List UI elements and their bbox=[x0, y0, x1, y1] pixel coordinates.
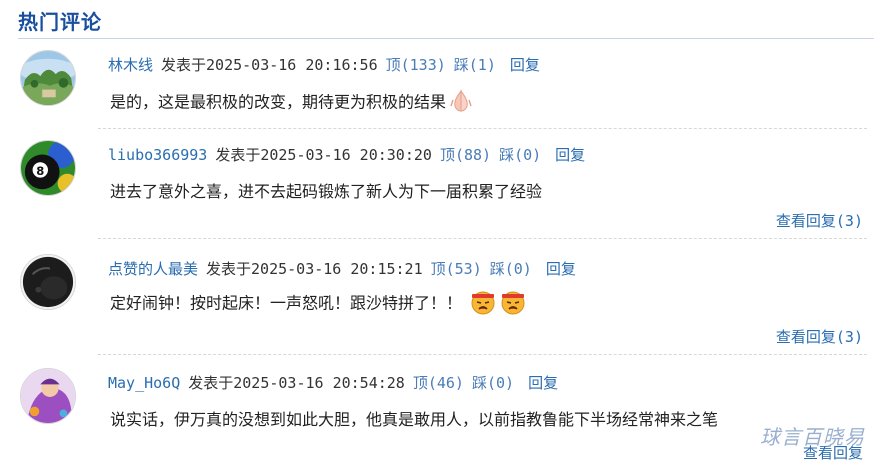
downvote-button[interactable]: 踩(1) bbox=[454, 56, 496, 74]
comment-meta: May_Ho6Q 发表于2025-03-16 20:54:28 顶(46) 踩(0) 回… bbox=[108, 372, 558, 393]
praying-hands-icon bbox=[448, 88, 474, 118]
reply-button[interactable]: 回复 bbox=[555, 146, 585, 164]
comment-divider bbox=[98, 238, 867, 239]
post-time: 发表于2025-03-16 20:15:21 bbox=[206, 260, 423, 278]
upvote-button[interactable]: 顶(133) bbox=[386, 56, 446, 74]
reply-button[interactable]: 回复 bbox=[546, 260, 576, 278]
reply-button[interactable]: 回复 bbox=[510, 56, 540, 74]
comment-meta: 点赞的人最美 发表于2025-03-16 20:15:21 顶(53) 踩(0) 回复 bbox=[108, 258, 576, 279]
comment-text: 定好闹钟！按时起床！一声怒吼！跟沙特拼了！！ bbox=[110, 288, 527, 320]
dark-object-avatar-icon[interactable] bbox=[20, 254, 76, 310]
downvote-button[interactable]: 踩(0) bbox=[499, 146, 541, 164]
username-link[interactable]: May_Ho6Q bbox=[108, 374, 180, 392]
comment-text-content: 定好闹钟！按时起床！一声怒吼！跟沙特拼了！！ bbox=[110, 293, 463, 313]
determined-face-icon bbox=[469, 288, 497, 320]
comment-text-content: 是的，这是最积极的改变，期待更为积极的结果 bbox=[110, 92, 447, 112]
upvote-button[interactable]: 顶(53) bbox=[431, 260, 482, 278]
comment-text-content: 进去了意外之喜，进不去起码锻炼了新人为下一届积累了经验 bbox=[110, 182, 543, 201]
comment-text-content: 说实话，伊万真的没想到如此大胆，他真是敢用人，以前指教鲁能下半场经常神来之笔 bbox=[110, 410, 719, 429]
reply-button[interactable]: 回复 bbox=[528, 374, 558, 392]
downvote-button[interactable]: 踩(0) bbox=[490, 260, 532, 278]
view-replies-link[interactable]: 查看回复(3) bbox=[776, 326, 863, 347]
determined-face-icon bbox=[499, 288, 527, 320]
post-time: 发表于2025-03-16 20:16:56 bbox=[161, 56, 378, 74]
post-time: 发表于2025-03-16 20:54:28 bbox=[188, 374, 405, 392]
post-time: 发表于2025-03-16 20:30:20 bbox=[215, 146, 432, 164]
watermark-text: 球言百晓易 bbox=[760, 425, 865, 449]
cartoon-figure-avatar-icon[interactable] bbox=[20, 368, 76, 424]
title-divider bbox=[18, 38, 874, 39]
comment-meta: liubo366993 发表于2025-03-16 20:30:20 顶(88) 踩(… bbox=[108, 144, 585, 165]
comment-text: 是的，这是最积极的改变，期待更为积极的结果 bbox=[110, 88, 474, 118]
upvote-button[interactable]: 顶(88) bbox=[440, 146, 491, 164]
comment-text: 说实话，伊万真的没想到如此大胆，他真是敢用人，以前指教鲁能下半场经常神来之笔 bbox=[110, 406, 718, 430]
comment-meta: 林木线 发表于2025-03-16 20:16:56 顶(133) 踩(1) 回复 bbox=[108, 54, 540, 75]
comment-divider bbox=[98, 128, 867, 129]
svg-text:8: 8 bbox=[36, 164, 44, 178]
username-link[interactable]: liubo366993 bbox=[108, 146, 207, 164]
landscape-avatar-icon[interactable] bbox=[20, 50, 76, 106]
comment-text: 进去了意外之喜，进不去起码锻炼了新人为下一届积累了经验 bbox=[110, 178, 542, 202]
downvote-button[interactable]: 踩(0) bbox=[472, 374, 514, 392]
billiard-ball-avatar-icon[interactable]: 8 bbox=[20, 140, 76, 196]
comment-divider bbox=[98, 354, 867, 355]
upvote-button[interactable]: 顶(46) bbox=[413, 374, 464, 392]
username-link[interactable]: 林木线 bbox=[108, 56, 153, 74]
username-link[interactable]: 点赞的人最美 bbox=[108, 260, 198, 278]
view-replies-link[interactable]: 查看回复(3) bbox=[776, 210, 863, 231]
section-title: 热门评论 bbox=[18, 10, 102, 34]
